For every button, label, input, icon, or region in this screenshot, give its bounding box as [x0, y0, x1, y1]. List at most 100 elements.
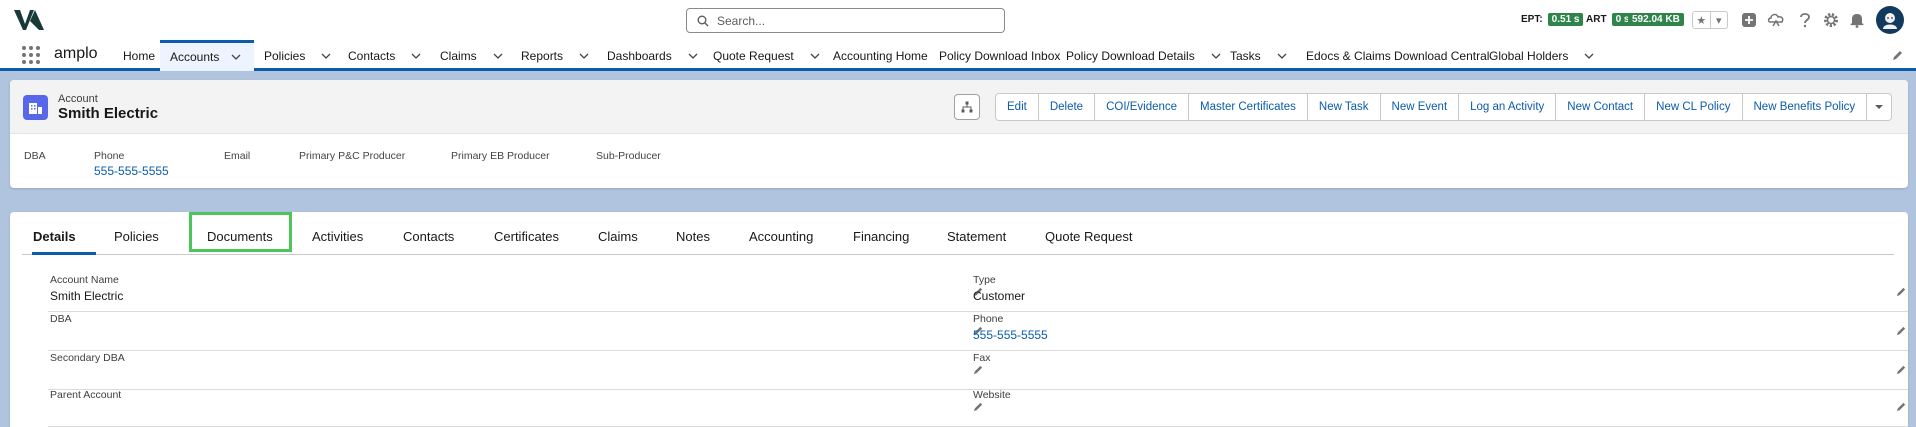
chevron-down-icon[interactable]: [231, 52, 241, 62]
record-header-card: Account Smith Electric Edit Delete COI/E…: [10, 80, 1908, 188]
tab-quote-request[interactable]: Quote Request: [1045, 229, 1132, 244]
nav-item-policies[interactable]: Policies: [264, 40, 331, 71]
tab-contacts[interactable]: Contacts: [403, 229, 454, 244]
tab-details[interactable]: Details: [33, 229, 76, 244]
delete-button[interactable]: Delete: [1039, 94, 1096, 120]
highlight-dba-label: DBA: [24, 150, 46, 162]
nav-item-label: Global Holders: [1489, 48, 1569, 63]
nav-item-label: Accounting Home: [833, 48, 928, 63]
nav-item-global-holders[interactable]: Global Holders: [1489, 40, 1594, 71]
search-placeholder: Search...: [717, 13, 766, 28]
settings-gear-icon[interactable]: [1820, 9, 1842, 31]
tab-activities[interactable]: Activities: [312, 229, 363, 244]
highlight-email-label: Email: [224, 150, 251, 162]
view-hierarchy-button[interactable]: [954, 94, 980, 120]
field-value: Customer: [973, 289, 1026, 303]
new-contact-button[interactable]: New Contact: [1556, 94, 1646, 120]
help-icon[interactable]: [1794, 9, 1816, 31]
tab-notes[interactable]: Notes: [676, 229, 710, 244]
field-parent-account: Parent Account: [48, 389, 988, 427]
chevron-down-icon[interactable]: [688, 51, 698, 61]
tab-statement[interactable]: Statement: [947, 229, 1006, 244]
edit-pencil-icon[interactable]: [1896, 364, 1907, 375]
tab-documents[interactable]: Documents: [207, 229, 273, 244]
nav-item-policy-download-details[interactable]: Policy Download Details: [1066, 40, 1221, 71]
nav-item-tasks[interactable]: Tasks: [1230, 40, 1287, 71]
field-value: Smith Electric: [50, 289, 124, 303]
chevron-down-icon[interactable]: [1211, 51, 1221, 61]
app-launcher-icon[interactable]: [22, 46, 40, 64]
edit-nav-pencil-icon[interactable]: [1892, 49, 1904, 61]
nav-item-label: Claims: [440, 48, 477, 63]
chevron-down-icon[interactable]: [1584, 51, 1594, 61]
tab-policies[interactable]: Policies: [114, 229, 159, 244]
edit-pencil-icon[interactable]: [1896, 401, 1907, 412]
global-search-input[interactable]: Search...: [686, 8, 1005, 33]
trailhead-icon[interactable]: [1765, 9, 1787, 31]
edit-pencil-icon[interactable]: [1896, 325, 1907, 336]
field-website: Website: [971, 389, 1908, 427]
field-dba: DBA: [48, 313, 988, 351]
global-header: Search... EPT: 0.51 s ART 0 s 592.04 KB …: [0, 0, 1916, 40]
field-label: Type: [973, 274, 996, 286]
tab-accounting[interactable]: Accounting: [749, 229, 813, 244]
memory-badge: 592.04 KB: [1628, 13, 1684, 26]
chevron-down-icon[interactable]: [810, 51, 820, 61]
nav-item-label: Accounts: [170, 50, 220, 64]
nav-item-label: Policy Download Details: [1066, 48, 1195, 63]
tab-claims[interactable]: Claims: [598, 229, 638, 244]
highlight-pc-producer-label: Primary P&C Producer: [299, 150, 406, 162]
field-label: DBA: [50, 313, 72, 325]
record-title: Smith Electric: [58, 105, 159, 122]
nav-item-contacts[interactable]: Contacts: [348, 40, 421, 71]
tab-financing[interactable]: Financing: [853, 229, 909, 244]
favorite-star-icon[interactable]: ★: [1693, 12, 1711, 28]
app-name: amplo: [54, 45, 98, 62]
new-event-button[interactable]: New Event: [1381, 94, 1460, 120]
company-logo[interactable]: [14, 9, 44, 31]
new-cl-policy-button[interactable]: New CL Policy: [1645, 94, 1743, 120]
nav-item-policy-download-inbox[interactable]: Policy Download Inbox: [939, 40, 1060, 71]
notifications-bell-icon[interactable]: [1846, 9, 1868, 31]
chevron-down-icon[interactable]: [321, 51, 331, 61]
field-phone: Phone 555-555-5555: [971, 313, 1908, 351]
ept-badge: 0.51 s: [1547, 13, 1584, 26]
nav-item-accounts[interactable]: Accounts: [160, 40, 254, 71]
record-detail-card: Details Policies Documents Activities Co…: [10, 212, 1908, 427]
nav-item-reports[interactable]: Reports: [521, 40, 589, 71]
chevron-down-icon: [1875, 105, 1884, 109]
nav-item-claims[interactable]: Claims: [440, 40, 503, 71]
chevron-down-icon[interactable]: [579, 51, 589, 61]
chevron-down-icon[interactable]: [493, 51, 503, 61]
edit-button[interactable]: Edit: [996, 94, 1039, 120]
phone-link[interactable]: 555-555-5555: [973, 328, 1048, 342]
coi-evidence-button[interactable]: COI/Evidence: [1095, 94, 1190, 120]
nav-item-label: Policies: [264, 48, 306, 63]
highlight-eb-producer-label: Primary EB Producer: [451, 150, 550, 162]
ept-label: EPT:: [1521, 14, 1543, 25]
nav-item-label: Reports: [521, 48, 564, 63]
nav-item-accounting-home[interactable]: Accounting Home: [833, 40, 928, 71]
master-certificates-button[interactable]: Master Certificates: [1189, 94, 1308, 120]
ept-indicator: EPT: 0.51 s: [1521, 13, 1584, 26]
nav-item-dashboards[interactable]: Dashboards: [607, 40, 698, 71]
global-add-icon[interactable]: [1738, 9, 1760, 31]
new-benefits-policy-button[interactable]: New Benefits Policy: [1743, 94, 1868, 120]
log-activity-button[interactable]: Log an Activity: [1459, 94, 1557, 120]
user-avatar[interactable]: [1876, 6, 1904, 34]
favorites-control[interactable]: ★ ▾: [1692, 11, 1728, 29]
tab-certificates[interactable]: Certificates: [494, 229, 559, 244]
account-object-icon: [23, 95, 48, 120]
more-actions-button[interactable]: [1867, 94, 1891, 120]
new-task-button[interactable]: New Task: [1308, 94, 1381, 120]
field-label: Phone: [973, 313, 1004, 325]
nav-item-edocs-claims-download-central[interactable]: Edocs & Claims Download Central: [1306, 40, 1489, 71]
chevron-down-icon[interactable]: [411, 51, 421, 61]
nav-item-home[interactable]: Home: [123, 40, 155, 71]
chevron-down-icon[interactable]: [1277, 51, 1287, 61]
edit-pencil-icon[interactable]: [1896, 286, 1907, 297]
nav-item-label: Contacts: [348, 48, 396, 63]
highlight-phone-link[interactable]: 555-555-5555: [94, 164, 169, 178]
nav-item-quote-request[interactable]: Quote Request: [713, 40, 820, 71]
favorites-list-chevron-icon[interactable]: ▾: [1711, 12, 1728, 28]
